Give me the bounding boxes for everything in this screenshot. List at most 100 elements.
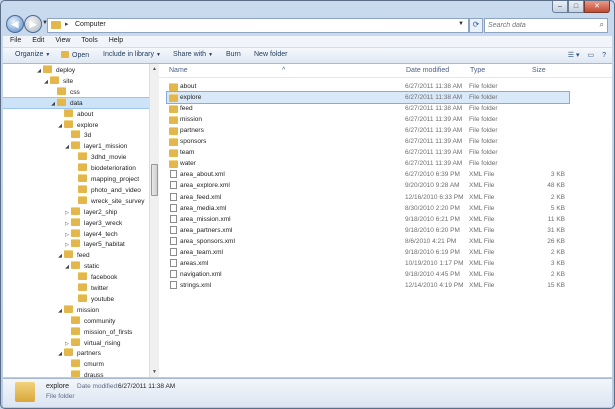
file-row[interactable]: feed 6/27/2011 11:38 AM File folder xyxy=(167,103,569,114)
close-button[interactable]: ✕ xyxy=(584,1,610,13)
address-bar[interactable]: ▸ Computer ▼ xyxy=(47,18,469,33)
collapsed-toggle-icon[interactable]: ▷ xyxy=(63,208,71,218)
menu-tools[interactable]: Tools xyxy=(74,36,101,44)
file-row[interactable]: partners 6/27/2011 11:39 AM File folder xyxy=(167,125,569,136)
tree-item[interactable]: ◢ feed xyxy=(56,250,90,260)
tree-item[interactable]: ▷ layer5_habitat xyxy=(63,239,125,249)
tree-item[interactable]: wreck_site_survey xyxy=(70,195,144,206)
preview-pane-icon[interactable]: ▭ xyxy=(587,51,594,59)
maximize-button[interactable]: □ xyxy=(568,1,584,13)
scrollbar-thumb[interactable] xyxy=(151,164,158,196)
tree-item[interactable]: facebook xyxy=(70,272,117,282)
tree-item[interactable]: twitter xyxy=(70,283,108,293)
file-row[interactable]: mission 6/27/2011 11:39 AM File folder xyxy=(167,114,569,125)
tree-item[interactable]: mapping_project xyxy=(70,174,139,184)
view-options-icon[interactable]: ☰ ▾ xyxy=(568,51,580,59)
tree-item[interactable]: ◢ explore xyxy=(56,119,98,131)
expanded-toggle-icon[interactable]: ◢ xyxy=(56,251,64,261)
expanded-toggle-icon[interactable]: ◢ xyxy=(63,262,71,272)
tree-item[interactable]: css xyxy=(49,86,80,97)
tree-item[interactable]: ◢ static xyxy=(63,261,99,271)
chevron-right-icon[interactable]: ▸ xyxy=(65,20,69,28)
column-date-modified[interactable]: Date modified xyxy=(406,67,449,74)
file-row[interactable]: about 6/27/2011 11:38 AM File folder xyxy=(167,81,569,92)
open-button[interactable]: Open xyxy=(61,51,89,59)
tree-item[interactable]: drauss xyxy=(63,370,104,377)
file-row[interactable]: water 6/27/2011 11:39 AM File folder xyxy=(167,158,569,169)
tree-item[interactable]: ▷ layer2_ship xyxy=(63,206,117,218)
tree-item[interactable]: ◢ data xyxy=(3,96,149,109)
file-row[interactable]: area_about.xml 6/27/2010 6:39 PM XML File 3… xyxy=(167,169,569,180)
file-row[interactable]: navigation.xml 9/18/2010 4:45 PM XML File 2… xyxy=(167,269,569,280)
file-size: 2 KB xyxy=(550,193,565,201)
collapsed-toggle-icon[interactable]: ▷ xyxy=(63,240,71,250)
tree-item[interactable]: ▷ layer4_tech xyxy=(63,228,118,240)
forward-button[interactable]: ▶ xyxy=(24,15,42,33)
file-row[interactable]: area_sponsors.xml 8/6/2010 4:21 PM XML Fil… xyxy=(167,236,569,247)
new-folder-button[interactable]: New folder xyxy=(254,51,287,58)
collapsed-toggle-icon[interactable]: ▷ xyxy=(63,219,71,229)
help-icon[interactable]: ? xyxy=(602,52,606,59)
file-row[interactable]: area_media.xml 8/30/2010 2:20 PM XML File 5… xyxy=(167,203,569,214)
file-row[interactable]: areas.xml 10/19/2010 1:17 PM XML File 3 KB xyxy=(167,258,569,269)
burn-button[interactable]: Burn xyxy=(226,51,241,58)
tree-item[interactable]: biodeterioration xyxy=(70,163,136,173)
minimize-button[interactable]: – xyxy=(552,1,568,13)
organize-button[interactable]: Organize ▼ xyxy=(15,51,50,58)
tree-item[interactable]: about xyxy=(56,108,93,119)
expanded-toggle-icon[interactable]: ◢ xyxy=(42,77,50,87)
file-row[interactable]: area_partners.xml 9/18/2010 6:20 PM XML Fi… xyxy=(167,225,569,236)
file-row[interactable]: area_team.xml 9/18/2010 6:19 PM XML File 2 … xyxy=(167,247,569,258)
menu-help[interactable]: Help xyxy=(102,36,127,44)
menu-edit[interactable]: Edit xyxy=(25,36,48,44)
expanded-toggle-icon[interactable]: ◢ xyxy=(56,349,64,359)
tree-item[interactable]: ▷ layer3_wreck xyxy=(63,217,122,229)
file-row[interactable]: sponsors 6/27/2011 11:39 AM File folder xyxy=(167,136,569,147)
tree-item[interactable]: youtube xyxy=(70,293,114,304)
tree-item[interactable]: photo_and_video xyxy=(70,184,141,195)
file-row[interactable]: area_feed.xml 12/16/2010 6:33 PM XML File 2… xyxy=(167,192,569,203)
search-input[interactable] xyxy=(485,19,591,32)
file-row[interactable]: team 6/27/2011 11:39 AM File folder xyxy=(167,147,569,158)
back-button[interactable]: ◀ xyxy=(6,15,24,33)
search-icon[interactable]: ⌕ xyxy=(600,20,604,30)
scroll-down-icon[interactable]: ▼ xyxy=(152,369,157,375)
collapsed-toggle-icon[interactable]: ▷ xyxy=(63,230,71,240)
expanded-toggle-icon[interactable]: ◢ xyxy=(35,66,43,76)
tree-item[interactable]: cmurm xyxy=(63,359,104,369)
column-type[interactable]: Type xyxy=(470,67,485,74)
tree-item[interactable]: community xyxy=(63,315,115,326)
tree-item[interactable]: ◢ site xyxy=(42,75,73,87)
breadcrumb-computer[interactable]: Computer xyxy=(75,21,106,28)
tree-item[interactable]: ◢ mission xyxy=(56,304,99,316)
refresh-button[interactable]: ⟳ xyxy=(469,18,483,33)
share-with-button[interactable]: Share with ▼ xyxy=(173,51,213,58)
column-name[interactable]: Name xyxy=(169,67,188,74)
menu-file[interactable]: File xyxy=(3,36,25,44)
file-row[interactable]: explore 6/27/2011 11:38 AM File folder xyxy=(166,91,570,105)
file-row[interactable]: area_explore.xml 9/20/2010 9:28 AM XML Fil… xyxy=(167,180,569,191)
expanded-toggle-icon[interactable]: ◢ xyxy=(49,99,57,109)
menu-view[interactable]: View xyxy=(48,36,74,44)
expanded-toggle-icon[interactable]: ◢ xyxy=(56,306,64,316)
folder-icon xyxy=(64,348,73,357)
scroll-up-icon[interactable]: ▲ xyxy=(152,66,157,72)
tree-item[interactable]: 3d xyxy=(63,130,91,140)
expanded-toggle-icon[interactable]: ◢ xyxy=(56,121,64,131)
tree-item[interactable]: ▷ virtual_rising xyxy=(63,337,121,349)
file-row[interactable]: strings.xml 12/14/2010 4:19 PM XML File 15 … xyxy=(167,280,569,291)
address-dropdown[interactable]: ▼ xyxy=(458,21,464,27)
tree-item[interactable]: ◢ partners xyxy=(56,348,101,358)
tree-item[interactable]: ◢ layer1_mission xyxy=(63,141,127,151)
include-in-library-button[interactable]: Include in library ▼ xyxy=(103,51,161,58)
tree-item[interactable]: 3dhd_movie xyxy=(70,152,126,162)
collapsed-toggle-icon[interactable]: ▷ xyxy=(63,339,71,349)
file-name: mission xyxy=(180,116,203,124)
tree-item[interactable]: ◢ deploy xyxy=(35,65,75,75)
tree-item[interactable]: mission_of_firsts xyxy=(63,326,132,337)
navigation-scrollbar[interactable]: ▲ ▼ xyxy=(149,64,159,377)
expanded-toggle-icon[interactable]: ◢ xyxy=(63,142,71,152)
file-row[interactable]: area_mission.xml 9/18/2010 6:21 PM XML Fil… xyxy=(167,214,569,225)
tree-item-label: 3d xyxy=(84,132,92,140)
column-size[interactable]: Size xyxy=(532,67,546,74)
